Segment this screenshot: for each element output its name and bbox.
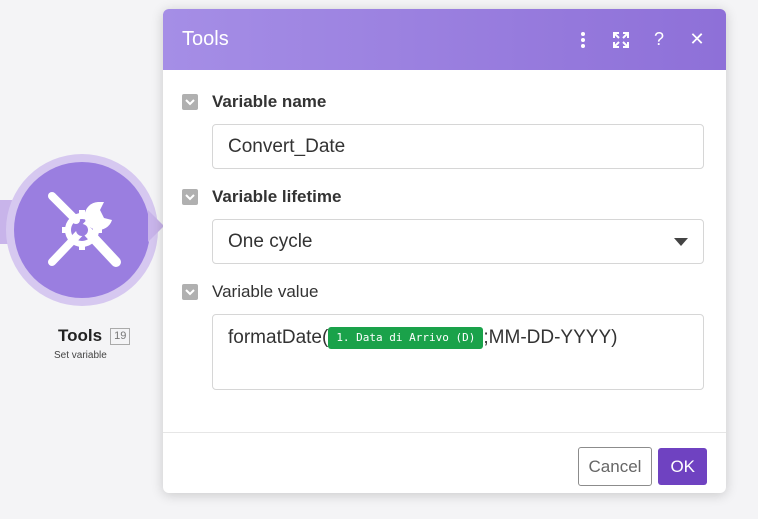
module-name: Tools bbox=[58, 326, 103, 345]
cancel-button[interactable]: Cancel bbox=[577, 447, 653, 486]
dialog-title: Tools bbox=[182, 28, 229, 50]
variable-name-section: Variable name Convert_Date bbox=[182, 90, 707, 169]
variable-lifetime-value: One cycle bbox=[228, 230, 313, 252]
more-vert-icon[interactable] bbox=[573, 30, 593, 50]
variable-value-section: Variable value formatDate(1. Data di Arr… bbox=[182, 280, 707, 390]
help-icon[interactable]: ? bbox=[649, 29, 669, 50]
variable-lifetime-section: Variable lifetime One cycle bbox=[182, 185, 707, 264]
variable-value-label: Variable value bbox=[212, 282, 319, 301]
variable-value-input[interactable]: formatDate(1. Data di Arrivo (D) ;MM-DD-Y… bbox=[212, 314, 704, 390]
dialog-body: Variable name Convert_Date Variable life… bbox=[163, 70, 726, 433]
module-id-badge: 19 bbox=[110, 327, 131, 345]
chevron-down-icon[interactable] bbox=[182, 284, 198, 300]
value-prefix-text: formatDate( bbox=[228, 327, 329, 348]
dialog-footer: Cancel OK bbox=[163, 433, 726, 493]
close-icon[interactable]: ✕ bbox=[687, 29, 707, 50]
dropdown-caret-icon bbox=[674, 237, 688, 246]
ok-button[interactable]: OK bbox=[658, 448, 707, 485]
module-subtitle: Set variable bbox=[54, 350, 107, 361]
module-settings-dialog: Tools ? ✕ Variable name Convert_Date Var… bbox=[163, 9, 726, 493]
tools-module[interactable]: Tools 19 Set variable bbox=[0, 150, 164, 370]
chevron-down-icon[interactable] bbox=[182, 189, 198, 205]
chevron-down-icon[interactable] bbox=[182, 94, 198, 110]
dialog-header: Tools ? ✕ bbox=[163, 9, 726, 70]
variable-lifetime-label: Variable lifetime bbox=[212, 187, 342, 206]
variable-lifetime-select[interactable]: One cycle bbox=[212, 219, 704, 264]
variable-name-label: Variable name bbox=[212, 92, 327, 111]
tools-icon bbox=[48, 192, 121, 267]
mapped-variable-pill[interactable]: 1. Data di Arrivo (D) bbox=[328, 327, 484, 349]
expand-icon[interactable] bbox=[611, 30, 631, 50]
variable-name-input[interactable]: Convert_Date bbox=[212, 124, 704, 169]
value-suffix-text: ;MM-DD-YYYY) bbox=[483, 327, 618, 348]
module-circle[interactable] bbox=[14, 162, 150, 298]
